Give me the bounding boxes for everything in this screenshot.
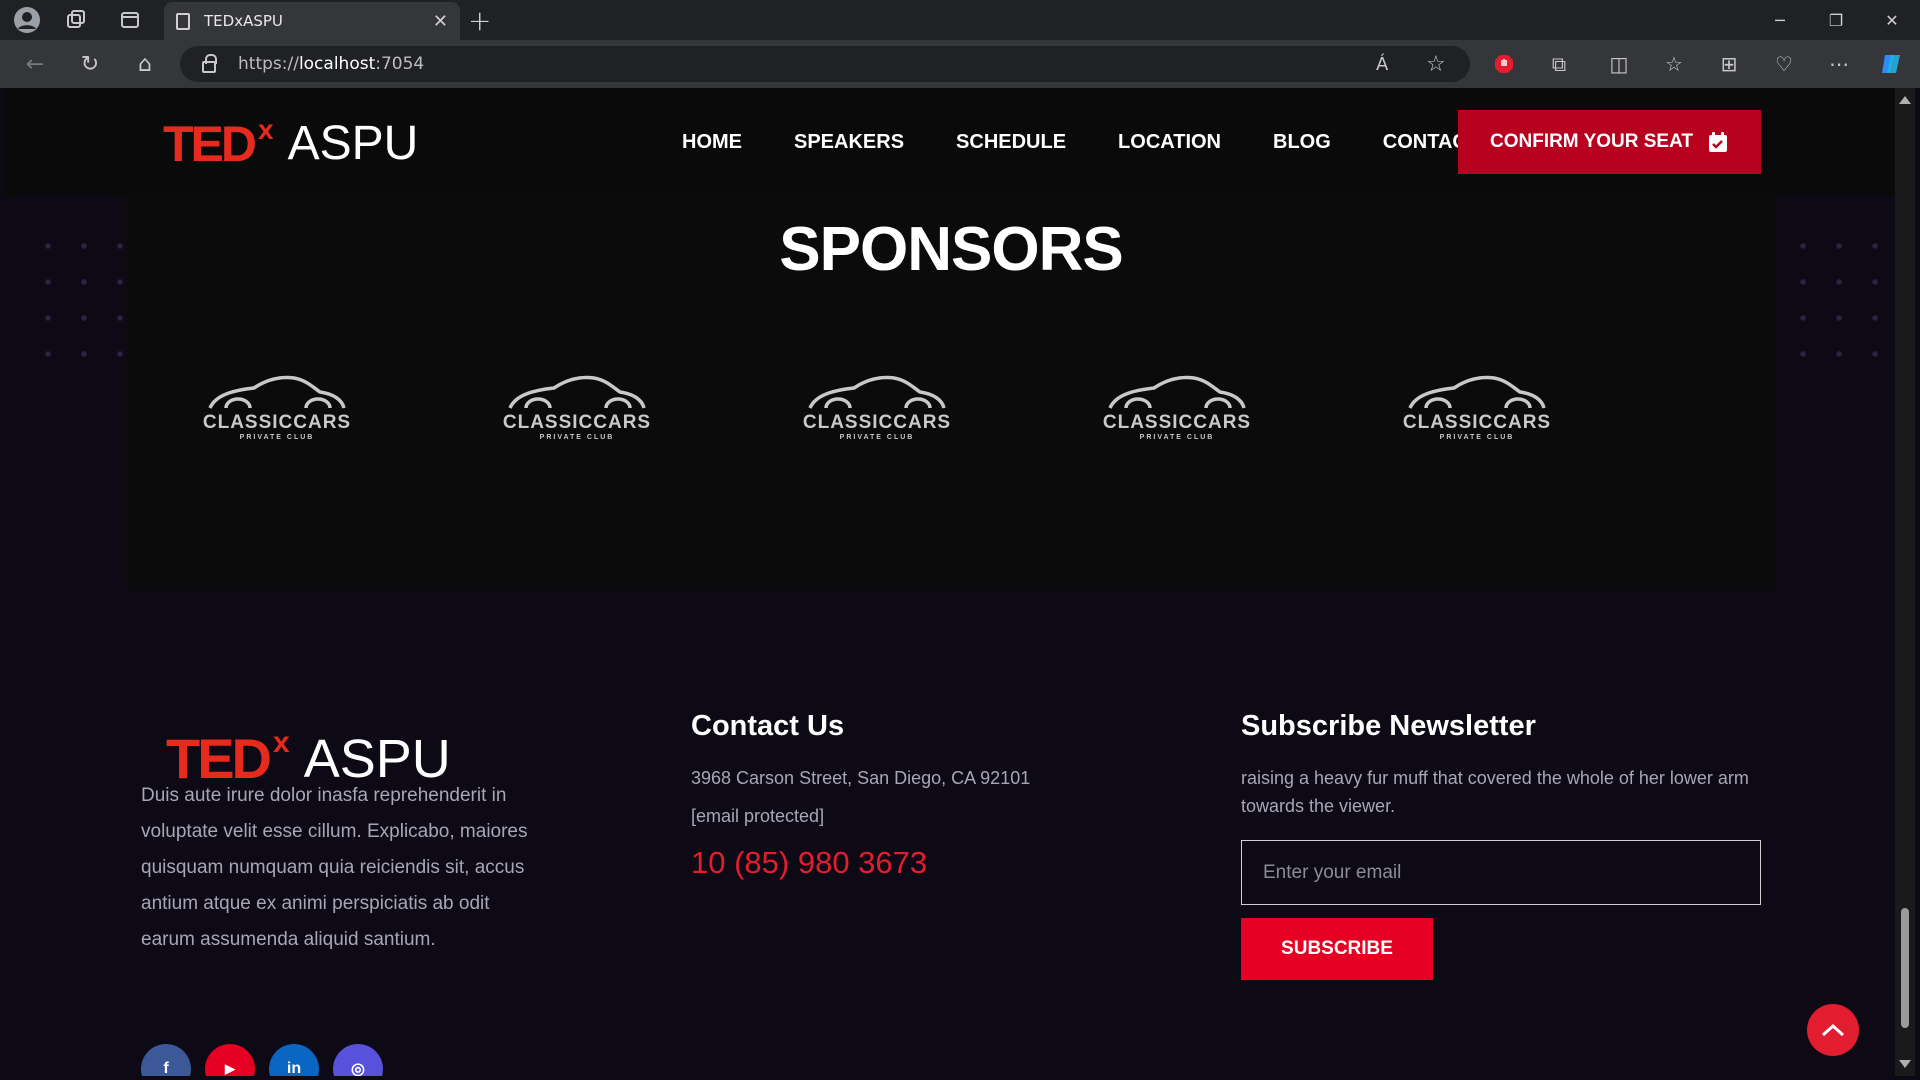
car-outline-icon: [1108, 375, 1246, 409]
minimize-icon[interactable]: ─: [1752, 0, 1808, 40]
workspaces-icon[interactable]: [58, 2, 94, 38]
decorative-dots-right: [1785, 228, 1895, 368]
site-header: TED x ASPU HOME SPEAKERS SCHEDULE LOCATI…: [5, 88, 1895, 196]
tab-title: TEDxASPU: [204, 12, 283, 30]
main-nav: HOME SPEAKERS SCHEDULE LOCATION BLOG CON…: [682, 88, 1531, 196]
back-icon[interactable]: ←: [13, 40, 57, 88]
nav-speakers[interactable]: SPEAKERS: [794, 131, 904, 154]
browser-tab-bar: TEDxASPU ✕ + ─ ❐ ✕: [0, 0, 1920, 40]
url-prefix: https://: [238, 54, 299, 74]
linkedin-glyph: in: [286, 1060, 302, 1076]
sponsor-logo[interactable]: CLASSICCARS PRIVATE CLUB: [502, 368, 652, 458]
car-outline-icon: [508, 375, 646, 409]
logo-aspu: ASPU: [287, 117, 419, 170]
calendar-check-icon: [1709, 132, 1728, 152]
nav-schedule[interactable]: SCHEDULE: [956, 131, 1066, 154]
scroll-down-arrow-icon[interactable]: [1899, 1060, 1911, 1068]
newsletter-title: Subscribe Newsletter: [1241, 710, 1536, 742]
sponsor-brand: CLASSICCARS: [202, 412, 352, 433]
nav-home[interactable]: HOME: [682, 131, 742, 154]
browser-toolbar: ← ↻ ⌂ https://localhost:7054 Á ☆ ⧉ ◫ ☆ …: [0, 40, 1920, 88]
social-links: f ▶ in ◎: [141, 1044, 397, 1076]
sponsor-logo[interactable]: CLASSICCARS PRIVATE CLUB: [802, 368, 952, 458]
instagram-glyph: ◎: [351, 1061, 365, 1076]
sponsor-logo[interactable]: CLASSICCARS PRIVATE CLUB: [202, 368, 352, 458]
youtube-icon[interactable]: ▶: [205, 1044, 255, 1076]
favorites-icon[interactable]: ☆: [1652, 40, 1696, 88]
facebook-icon[interactable]: f: [141, 1044, 191, 1076]
sponsors-title: SPONSORS: [779, 215, 1123, 284]
facebook-glyph: f: [163, 1060, 169, 1076]
sponsor-sub: PRIVATE CLUB: [839, 434, 915, 441]
sponsors-section: SPONSORS CLASSICCARS PRIVATE CLUB CLASSI…: [126, 196, 1776, 590]
confirm-seat-button[interactable]: CONFIRM YOUR SEAT: [1458, 110, 1761, 174]
header-logo[interactable]: TED x ASPU: [163, 114, 419, 173]
close-tab-icon[interactable]: ✕: [433, 11, 448, 32]
sponsor-brand: CLASSICCARS: [802, 412, 952, 433]
page-icon: [176, 12, 190, 30]
restore-icon[interactable]: ❐: [1808, 0, 1864, 40]
newsletter-email-input[interactable]: [1241, 840, 1761, 905]
lock-icon[interactable]: [202, 54, 217, 73]
nav-location[interactable]: LOCATION: [1118, 131, 1221, 154]
nav-blog[interactable]: BLOG: [1273, 131, 1331, 154]
logo-ted: TED: [163, 116, 257, 172]
tab-actions-icon[interactable]: [112, 2, 148, 38]
contact-phone[interactable]: 10 (85) 980 3673: [691, 845, 927, 881]
favorite-star-icon[interactable]: ☆: [1426, 46, 1446, 82]
car-outline-icon: [208, 375, 346, 409]
logo-x: x: [258, 114, 274, 145]
contact-address: 3968 Carson Street, San Diego, CA 92101: [691, 768, 1031, 788]
copilot-icon[interactable]: [1870, 40, 1914, 88]
read-aloud-icon[interactable]: Á: [1376, 46, 1388, 82]
more-menu-icon[interactable]: ⋯: [1817, 40, 1861, 88]
newsletter-text: raising a heavy fur muff that covered th…: [1241, 768, 1749, 816]
refresh-icon[interactable]: ↻: [68, 40, 112, 88]
profile-icon[interactable]: [9, 2, 45, 38]
home-icon[interactable]: ⌂: [123, 40, 167, 88]
close-window-icon[interactable]: ✕: [1864, 0, 1920, 40]
split-screen-icon[interactable]: ◫: [1597, 40, 1641, 88]
extensions-icon[interactable]: ⧉: [1537, 40, 1581, 88]
confirm-seat-label: CONFIRM YOUR SEAT: [1489, 131, 1694, 152]
adblock-extension-icon[interactable]: [1482, 40, 1526, 88]
sponsor-logo[interactable]: CLASSICCARS PRIVATE CLUB: [1102, 368, 1252, 458]
sponsor-sub: PRIVATE CLUB: [1439, 434, 1515, 441]
page-viewport: TED x ASPU HOME SPEAKERS SCHEDULE LOCATI…: [5, 88, 1895, 1076]
page-scrollbar[interactable]: [1895, 88, 1915, 1076]
browser-essentials-icon[interactable]: ♡: [1762, 40, 1806, 88]
car-outline-icon: [1408, 375, 1546, 409]
sponsor-brand: CLASSICCARS: [502, 412, 652, 433]
footer-about-text: Duis aute irure dolor inasfa reprehender…: [141, 785, 528, 950]
url-suffix: :7054: [375, 54, 425, 74]
sponsor-brand: CLASSICCARS: [1402, 412, 1552, 433]
contact-email[interactable]: [email protected]: [691, 806, 824, 827]
chevron-up-icon: [1821, 1023, 1845, 1037]
collections-icon[interactable]: ⊞: [1707, 40, 1751, 88]
sponsor-sub: PRIVATE CLUB: [539, 434, 615, 441]
scroll-to-top-button[interactable]: [1807, 1004, 1859, 1056]
sponsor-sub: PRIVATE CLUB: [1139, 434, 1215, 441]
scrollbar-thumb[interactable]: [1901, 908, 1909, 1028]
browser-tab-active[interactable]: TEDxASPU ✕: [164, 2, 460, 40]
sponsor-sub: PRIVATE CLUB: [239, 434, 315, 441]
contact-title: Contact Us: [691, 710, 845, 742]
new-tab-icon[interactable]: +: [468, 4, 491, 37]
scroll-up-arrow-icon[interactable]: [1899, 96, 1911, 104]
subscribe-button[interactable]: SUBSCRIBE: [1241, 918, 1433, 980]
address-bar[interactable]: https://localhost:7054 Á ☆: [180, 46, 1470, 82]
instagram-icon[interactable]: ◎: [333, 1044, 383, 1076]
logo-x: x: [273, 726, 290, 759]
car-outline-icon: [808, 375, 946, 409]
linkedin-icon[interactable]: in: [269, 1044, 319, 1076]
sponsor-brand: CLASSICCARS: [1102, 412, 1252, 433]
sponsor-logo[interactable]: CLASSICCARS PRIVATE CLUB: [1402, 368, 1552, 458]
url-host: localhost: [298, 54, 376, 74]
window-controls: ─ ❐ ✕: [1752, 0, 1920, 40]
youtube-glyph: ▶: [225, 1061, 235, 1076]
